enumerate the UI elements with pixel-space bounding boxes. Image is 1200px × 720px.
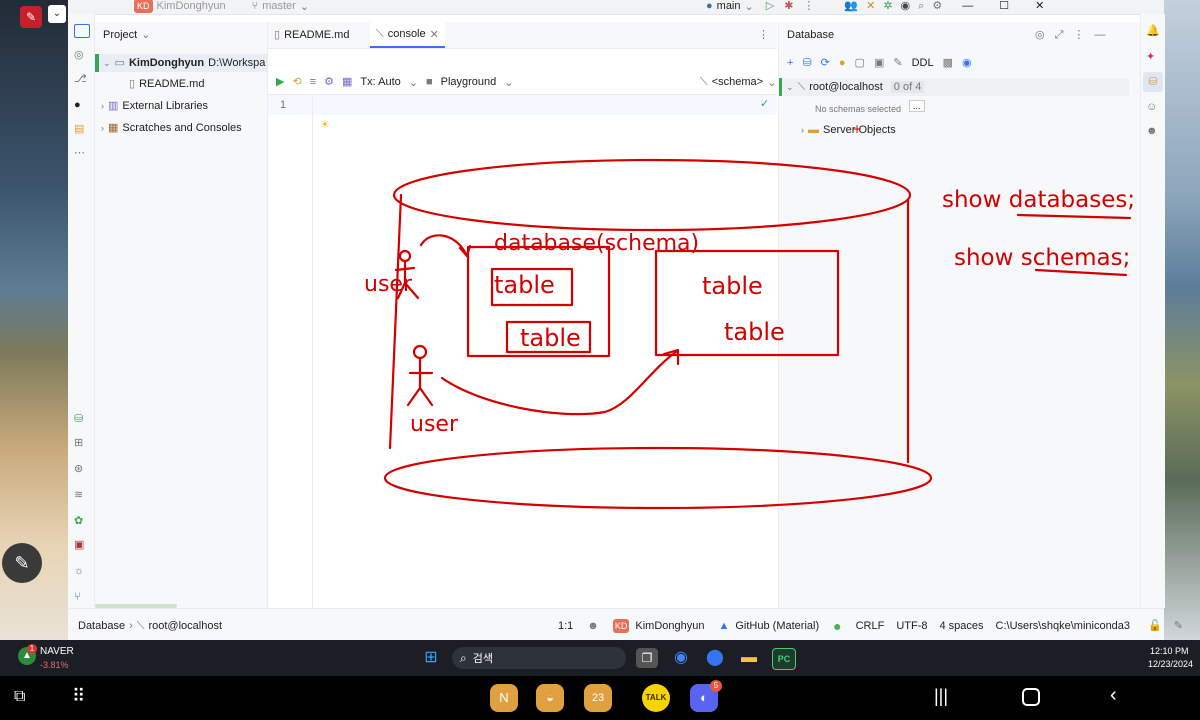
arrow-user-2	[440, 348, 680, 416]
discord-badge: 5	[710, 680, 722, 692]
label-table-4: table	[724, 318, 785, 346]
user-figure-2-head	[412, 344, 428, 360]
navigation-bar: ⧉ ⠿ N ◒ 23 TALK ◐ 5 ||| ‹	[0, 676, 1200, 720]
pycharm-icon[interactable]: PC	[772, 648, 796, 670]
file-explorer-icon[interactable]: ▬	[738, 648, 760, 668]
notification-badge: 1	[27, 644, 37, 654]
cylinder-bottom	[383, 446, 933, 510]
label-table-2: table	[520, 324, 581, 352]
cursor-crosshair-icon: +	[852, 122, 862, 136]
maps-icon[interactable]: ⬤	[704, 648, 726, 668]
stock-name[interactable]: NAVER	[40, 646, 74, 657]
home-icon[interactable]	[1022, 688, 1040, 706]
label-table-1: table	[494, 271, 555, 299]
pen-tool-button[interactable]: ✎	[2, 543, 42, 583]
clock-date[interactable]: 12/23/2024	[1148, 659, 1193, 669]
notion-icon[interactable]: N	[490, 684, 518, 712]
label-user-1: user	[364, 272, 413, 297]
task-view-icon[interactable]: ❐	[636, 648, 658, 668]
kakaotalk-icon[interactable]: TALK	[642, 684, 670, 712]
calendar-icon[interactable]: 23	[584, 684, 612, 712]
stock-change: -3.81%	[40, 660, 69, 670]
search-placeholder: 검색	[472, 653, 493, 665]
cylinder-left-side	[388, 193, 403, 450]
user-figure-2-body	[406, 356, 434, 407]
note-show-schemas: show schemas;	[954, 245, 1130, 271]
chrome-icon[interactable]: ◉	[670, 648, 692, 668]
cylinder-top	[392, 158, 912, 232]
arrow-user-1	[419, 234, 472, 258]
screen-mirror-icon[interactable]: ⧉	[14, 688, 25, 706]
app-drawer-icon[interactable]: ⠿	[72, 686, 85, 707]
note-show-databases: show databases;	[942, 187, 1135, 213]
windows-start-icon[interactable]: ⊞	[420, 648, 442, 668]
underline-databases	[1016, 213, 1132, 220]
recent-apps-icon[interactable]: |||	[934, 686, 948, 707]
label-table-3: table	[702, 272, 763, 300]
clock-time[interactable]: 12:10 PM	[1150, 646, 1189, 656]
user-figure-1-head	[398, 249, 412, 263]
search-icon: ⌕	[460, 650, 467, 665]
samsung-notes-icon[interactable]: ◒	[536, 684, 564, 712]
label-schema: database(schema)	[494, 231, 699, 256]
label-user-2: user	[410, 412, 459, 437]
ink-annotation-layer: database(schema) table table table table…	[364, 122, 1135, 510]
taskbar: ▲ 1 NAVER -3.81% ⊞ ⌕ 검색 ❐ ◉ ⬤ ▬ PC 12:10…	[0, 640, 1200, 676]
back-icon[interactable]: ‹	[1110, 684, 1117, 707]
search-box[interactable]: ⌕ 검색	[452, 647, 626, 669]
